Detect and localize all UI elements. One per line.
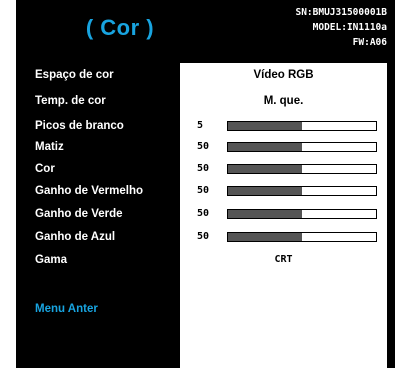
slider-value: 50 xyxy=(197,163,210,174)
menu-back-link[interactable]: Menu Anter xyxy=(35,301,98,317)
settings-values: Vídeo RGB M. que. 5 50 50 50 50 50 CRT xyxy=(180,63,387,368)
osd-menu: ( Cor ) SN:BMUJ31500001B MODEL:IN1110a F… xyxy=(0,0,399,375)
menu-item-ganho-de-vermelho[interactable]: Ganho de Vermelho xyxy=(35,183,143,199)
slider-fill xyxy=(228,210,302,218)
slider-ganho-de-azul[interactable]: 50 xyxy=(180,229,387,245)
slider-track[interactable] xyxy=(227,142,377,152)
menu-item-cor[interactable]: Cor xyxy=(35,161,55,177)
slider-fill xyxy=(228,122,302,130)
menu-item-picos-de-branco[interactable]: Picos de branco xyxy=(35,118,124,134)
menu-item-espaco-de-cor[interactable]: Espaço de cor xyxy=(35,67,114,83)
slider-value: 50 xyxy=(197,141,210,152)
slider-picos-de-branco[interactable]: 5 xyxy=(180,118,387,134)
serial-number: SN:BMUJ31500001B xyxy=(295,7,387,18)
model-name: MODEL:IN1110a xyxy=(312,22,387,33)
value-temp-de-cor[interactable]: M. que. xyxy=(180,93,387,109)
menu-item-temp-de-cor[interactable]: Temp. de cor xyxy=(35,93,106,109)
slider-fill xyxy=(228,187,302,195)
slider-ganho-de-verde[interactable]: 50 xyxy=(180,206,387,222)
slider-fill xyxy=(228,233,302,241)
slider-value: 50 xyxy=(197,208,210,219)
slider-track[interactable] xyxy=(227,164,377,174)
device-info: SN:BMUJ31500001B MODEL:IN1110a FW:A06 xyxy=(295,5,387,50)
slider-fill xyxy=(228,143,302,151)
slider-value: 50 xyxy=(197,231,210,242)
menu-body: Espaço de cor Temp. de cor Picos de bran… xyxy=(16,56,395,368)
slider-track[interactable] xyxy=(227,232,377,242)
slider-value: 50 xyxy=(197,185,210,196)
settings-list: Espaço de cor Temp. de cor Picos de bran… xyxy=(16,56,180,368)
slider-value: 5 xyxy=(197,120,204,131)
slider-track[interactable] xyxy=(227,209,377,219)
slider-track[interactable] xyxy=(227,186,377,196)
slider-cor[interactable]: 50 xyxy=(180,161,387,177)
menu-item-gama[interactable]: Gama xyxy=(35,252,67,268)
menu-header: ( Cor ) SN:BMUJ31500001B MODEL:IN1110a F… xyxy=(16,0,395,56)
menu-item-ganho-de-verde[interactable]: Ganho de Verde xyxy=(35,206,123,222)
menu-item-matiz[interactable]: Matiz xyxy=(35,139,64,155)
slider-track[interactable] xyxy=(227,121,377,131)
menu-title: ( Cor ) xyxy=(85,15,155,40)
firmware-version: FW:A06 xyxy=(352,37,387,48)
slider-ganho-de-vermelho[interactable]: 50 xyxy=(180,183,387,199)
slider-matiz[interactable]: 50 xyxy=(180,139,387,155)
value-gama[interactable]: CRT xyxy=(180,252,387,268)
menu-item-ganho-de-azul[interactable]: Ganho de Azul xyxy=(35,229,115,245)
slider-fill xyxy=(228,165,302,173)
value-espaco-de-cor[interactable]: Vídeo RGB xyxy=(180,67,387,83)
